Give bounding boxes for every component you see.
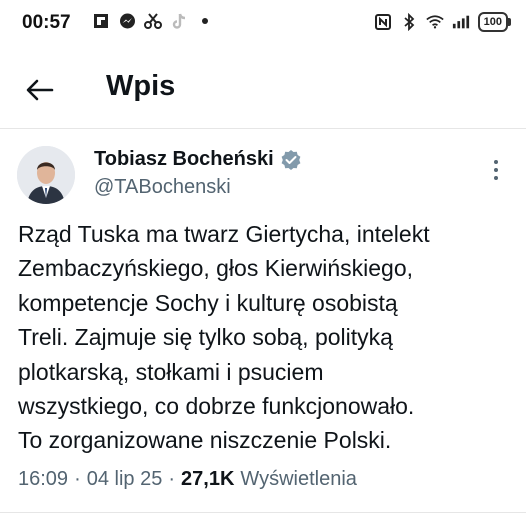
wifi-icon	[425, 13, 444, 31]
views-count[interactable]: 27,1K	[181, 468, 234, 491]
dot-icon	[196, 12, 214, 30]
bluetooth-icon	[400, 13, 418, 31]
post-time: 16:09	[18, 468, 69, 490]
meta-separator: ·	[168, 468, 176, 490]
post-meta: 16:09 · 04 lip 25 · 27,1K Wyświetlenia	[18, 468, 357, 491]
arrow-left-icon[interactable]	[24, 74, 56, 106]
meta-separator: ·	[74, 468, 81, 490]
scissors-app-icon	[144, 12, 162, 30]
header-divider	[0, 128, 526, 129]
notification-icons	[92, 12, 214, 30]
author-name[interactable]: Tobiasz Bocheński	[94, 148, 274, 171]
messenger-icon	[118, 12, 136, 30]
avatar[interactable]	[17, 146, 75, 204]
views-label[interactable]: Wyświetlenia	[240, 468, 357, 491]
content-divider	[0, 512, 526, 513]
tiktok-icon	[170, 12, 188, 30]
system-icons: 100	[374, 12, 512, 32]
battery-indicator: 100	[477, 12, 512, 32]
flipboard-icon	[92, 12, 110, 30]
status-bar: 00:57 100	[0, 0, 526, 44]
post-date: 04 lip 25	[86, 468, 163, 490]
page-title: Wpis	[106, 70, 176, 102]
top-app-bar: Wpis	[0, 60, 526, 124]
nfc-icon	[374, 13, 392, 31]
signal-icon	[452, 13, 470, 31]
more-options-icon[interactable]	[486, 158, 506, 182]
post-text: Rząd Tuska ma twarz Giertycha, intelekt …	[18, 221, 430, 454]
author-name-row: Tobiasz Bocheński	[94, 148, 302, 171]
verified-badge-icon	[280, 149, 302, 171]
author-handle[interactable]: @TABochenski	[94, 176, 231, 199]
status-time: 00:57	[22, 12, 71, 33]
